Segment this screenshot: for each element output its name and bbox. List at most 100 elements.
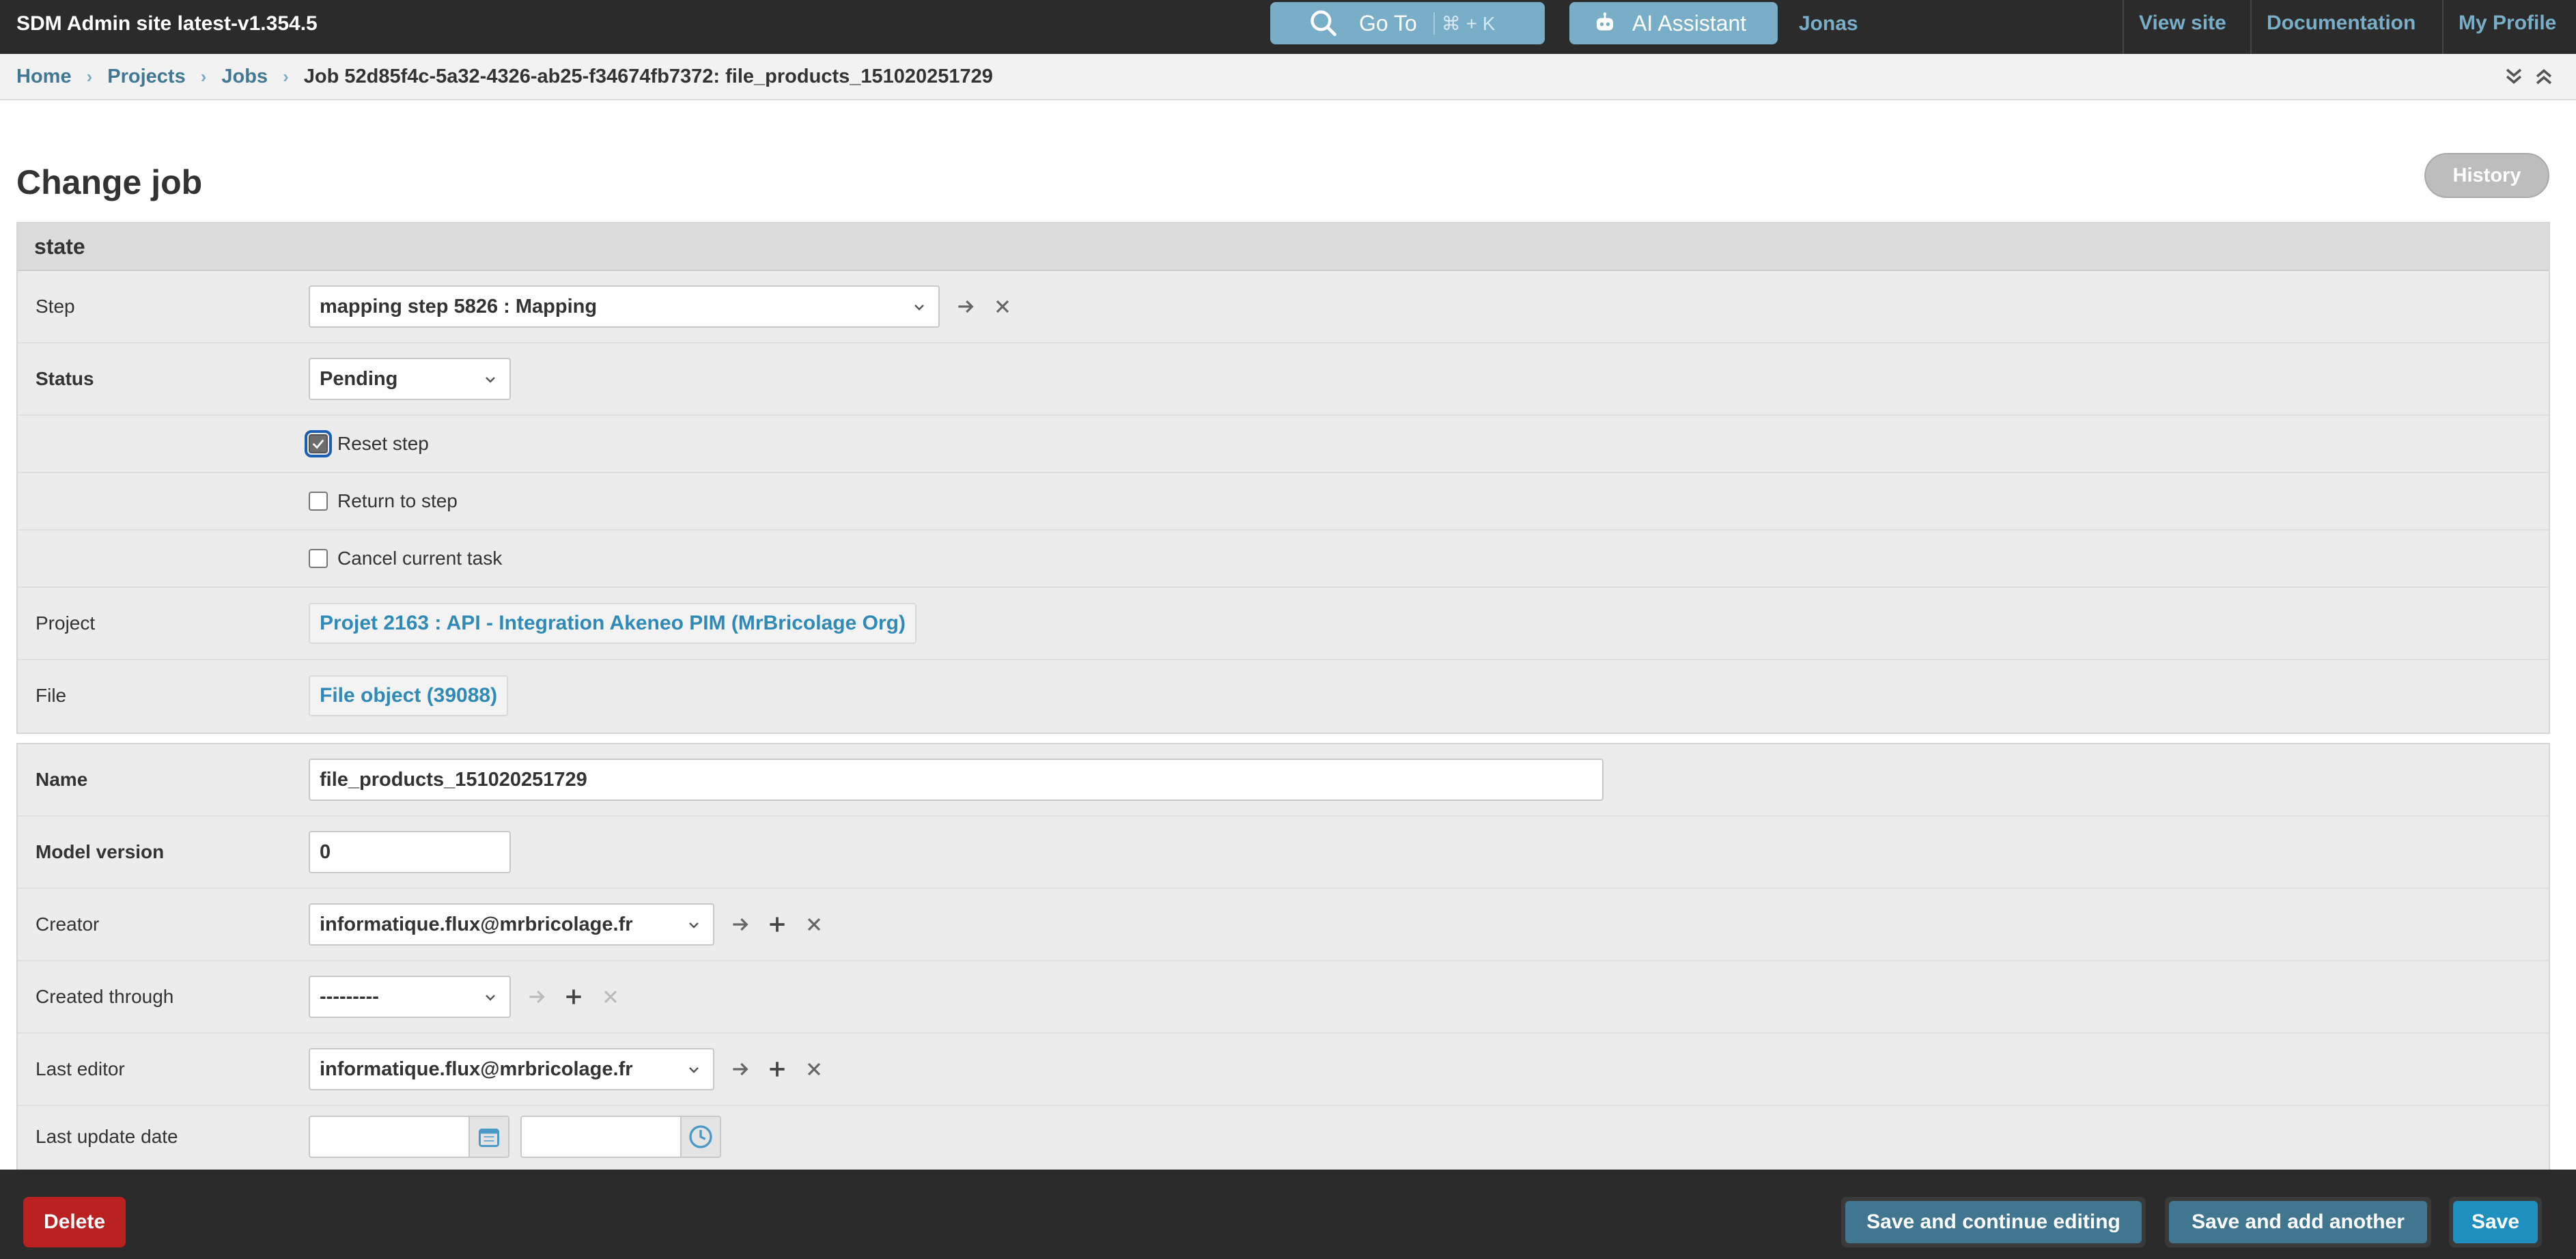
reset-step-row: Reset step	[18, 416, 2549, 473]
arrow-right-icon[interactable]	[729, 914, 751, 935]
return-to-step-label: Return to step	[337, 490, 458, 511]
delete-label: Delete	[43, 1211, 106, 1233]
job-fields-fieldset: Name file_products_151020251729 Model ve…	[16, 743, 2550, 1170]
save-add-another-label: Save and add another	[2192, 1211, 2405, 1233]
last-update-label: Last update date	[36, 1126, 178, 1147]
view-site-link[interactable]: View site	[2123, 0, 2241, 54]
last-editor-label: Last editor	[36, 1058, 125, 1079]
name-input[interactable]: file_products_151020251729	[309, 759, 1604, 801]
status-select[interactable]: Pending	[309, 358, 511, 400]
status-row: Status Pending	[18, 343, 2549, 416]
collapse-all-icon[interactable]	[2502, 65, 2525, 88]
reset-step-checkbox[interactable]	[305, 430, 332, 457]
last-editor-select[interactable]: informatique.flux@mrbricolage.fr	[309, 1048, 714, 1090]
save-button[interactable]: Save	[2449, 1197, 2542, 1247]
time-picker-group	[520, 1116, 721, 1158]
page-title: Change job	[16, 163, 203, 201]
save-continue-button[interactable]: Save and continue editing	[1841, 1197, 2146, 1247]
model-version-label: Model version	[36, 841, 165, 862]
created-through-label: Created through	[36, 986, 174, 1007]
calendar-icon[interactable]	[470, 1116, 509, 1158]
project-link[interactable]: Projet 2163 : API - Integration Akeneo P…	[309, 603, 916, 644]
close-icon	[604, 990, 617, 1004]
name-label: Name	[36, 769, 88, 790]
file-link[interactable]: File object (39088)	[309, 675, 509, 716]
return-to-step-row: Return to step	[18, 473, 2549, 531]
created-through-value: ---------	[320, 985, 379, 1008]
creator-label: Creator	[36, 914, 100, 935]
name-row: Name file_products_151020251729	[18, 744, 2549, 817]
chevron-right-icon: ›	[283, 66, 289, 87]
chevron-right-icon: ›	[200, 66, 207, 87]
plus-icon[interactable]	[766, 1058, 788, 1080]
collapse-controls	[2502, 65, 2556, 88]
return-to-step-checkbox[interactable]	[309, 492, 328, 511]
step-row: Step mapping step 5826 : Mapping	[18, 271, 2549, 343]
close-icon[interactable]	[992, 296, 1013, 317]
arrow-right-icon[interactable]	[955, 296, 977, 317]
state-section-header: state	[18, 223, 2549, 271]
created-through-select[interactable]: ---------	[309, 976, 511, 1018]
breadcrumb-current: Job 52d85f4c-5a32-4326-ab25-f34674fb7372…	[303, 65, 993, 87]
chevron-down-icon	[486, 995, 495, 1001]
robot-icon	[1597, 12, 1613, 31]
chevron-down-icon	[914, 305, 924, 311]
last-editor-value: informatique.flux@mrbricolage.fr	[320, 1058, 633, 1080]
save-add-another-button[interactable]: Save and add another	[2165, 1197, 2431, 1247]
chevron-down-icon	[486, 377, 495, 383]
project-row: Project Projet 2163 : API - Integration …	[18, 588, 2549, 660]
created-through-row: Created through ---------	[18, 961, 2549, 1034]
breadcrumb-home[interactable]: Home	[16, 66, 72, 88]
project-label: Project	[36, 612, 96, 634]
arrow-right-icon[interactable]	[729, 1058, 751, 1080]
step-select[interactable]: mapping step 5826 : Mapping	[309, 285, 940, 328]
goto-button[interactable]: Go To ⌘ + K	[1270, 2, 1545, 44]
chevron-down-icon	[689, 922, 699, 929]
check-icon	[312, 439, 324, 449]
time-input[interactable]	[520, 1116, 682, 1158]
step-label: Step	[36, 296, 75, 317]
plus-icon[interactable]	[563, 986, 585, 1008]
model-version-input[interactable]: 0	[309, 831, 511, 873]
expand-all-icon[interactable]	[2532, 65, 2556, 88]
status-label: Status	[36, 368, 94, 389]
breadcrumb-projects[interactable]: Projects	[107, 66, 185, 88]
delete-button[interactable]: Delete	[23, 1197, 126, 1247]
history-button[interactable]: History	[2424, 153, 2549, 198]
goto-shortcut: ⌘ + K	[1433, 12, 1495, 35]
save-continue-label: Save and continue editing	[1866, 1211, 2120, 1233]
documentation-link[interactable]: Documentation	[2250, 0, 2431, 54]
model-version-row: Model version 0	[18, 817, 2549, 889]
reset-step-label: Reset step	[337, 433, 429, 454]
clock-icon[interactable]	[682, 1116, 721, 1158]
site-title[interactable]: SDM Admin site latest-v1.354.5	[16, 12, 318, 36]
search-icon	[1311, 10, 1336, 36]
breadcrumb-jobs[interactable]: Jobs	[221, 66, 268, 88]
date-input[interactable]	[309, 1116, 470, 1158]
close-icon[interactable]	[803, 1058, 825, 1080]
ai-assistant-button[interactable]: AI Assistant	[1569, 2, 1778, 44]
breadcrumb: Home › Projects › Jobs › Job 52d85f4c-5a…	[0, 54, 2576, 100]
submit-row: Delete Save and continue editing Save an…	[0, 1170, 2576, 1259]
arrow-right-icon	[529, 990, 545, 1004]
cancel-task-label: Cancel current task	[337, 548, 503, 569]
file-row: File File object (39088)	[18, 660, 2549, 731]
cancel-task-checkbox[interactable]	[309, 549, 328, 568]
goto-label: Go To	[1359, 10, 1417, 36]
file-label: File	[36, 685, 67, 706]
my-profile-link[interactable]: My Profile	[2442, 0, 2571, 54]
creator-row: Creator informatique.flux@mrbricolage.fr	[18, 889, 2549, 961]
last-editor-row: Last editor informatique.flux@mrbricolag…	[18, 1034, 2549, 1106]
plus-icon[interactable]	[766, 914, 788, 935]
status-value: Pending	[320, 367, 398, 390]
close-icon[interactable]	[803, 914, 825, 935]
chevron-right-icon: ›	[86, 66, 93, 87]
chevron-down-icon	[689, 1067, 699, 1073]
cancel-task-row: Cancel current task	[18, 531, 2549, 588]
creator-value: informatique.flux@mrbricolage.fr	[320, 913, 633, 935]
ai-assistant-label: AI Assistant	[1632, 10, 1747, 36]
user-link[interactable]: Jonas	[1799, 12, 1858, 36]
creator-select[interactable]: informatique.flux@mrbricolage.fr	[309, 903, 714, 946]
top-header: SDM Admin site latest-v1.354.5 Go To ⌘ +…	[0, 0, 2576, 54]
save-label: Save	[2471, 1211, 2520, 1233]
